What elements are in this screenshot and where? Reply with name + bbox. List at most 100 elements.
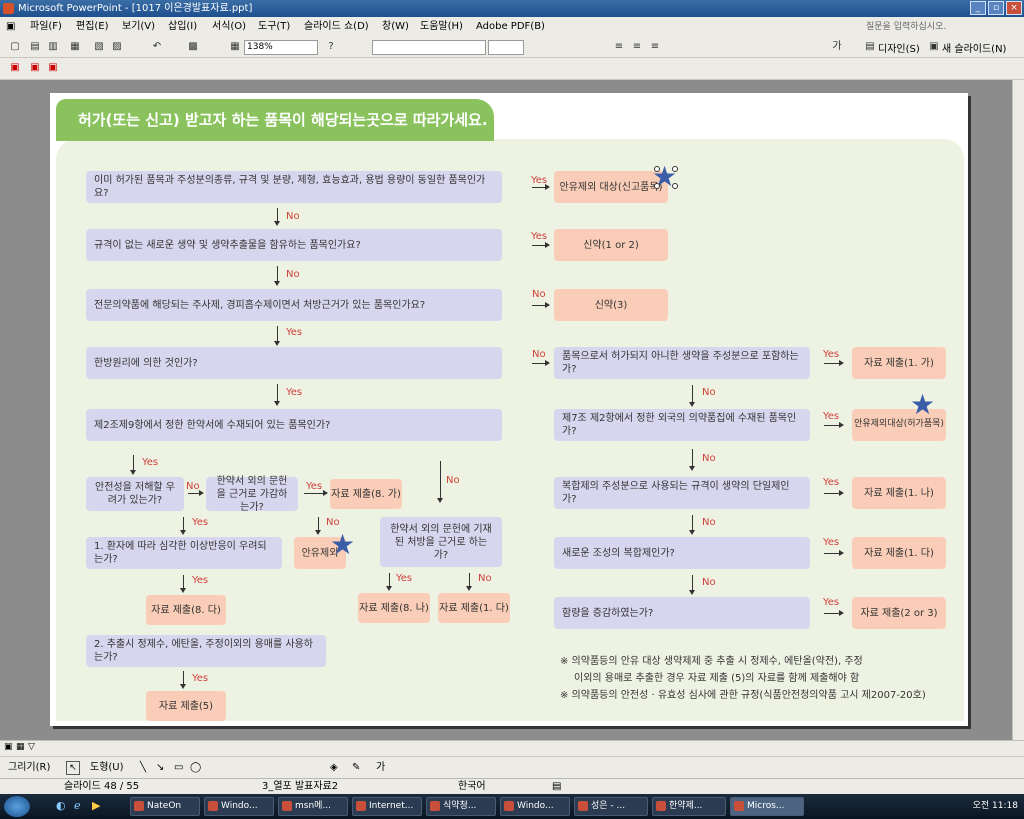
design-button[interactable]: 디자인(S)	[878, 40, 920, 55]
font-color-icon[interactable]: 가	[830, 40, 844, 54]
help-search-input[interactable]: 질문을 입력하십시오.	[866, 20, 996, 34]
menu-insert[interactable]: 삽입(I)	[168, 17, 197, 37]
font-select[interactable]	[372, 40, 486, 55]
slide-header: 허가(또는 신고) 받고자 하는 품목이 해당되는곳으로 따라가세요.	[56, 99, 494, 141]
taskbar-item[interactable]: Windo...	[500, 797, 570, 816]
taskbar: ◐ ℯ ▶ NateOn Windo... msn메... Internet..…	[0, 794, 1024, 819]
open-icon[interactable]: ▤	[28, 40, 42, 54]
chart-icon[interactable]: ▩	[186, 40, 200, 54]
help-icon[interactable]: ?	[324, 40, 338, 54]
sorter-view-icon[interactable]: ▦	[16, 742, 25, 752]
no-label: No	[532, 349, 546, 360]
pdf-email-icon[interactable]: ▣	[28, 61, 42, 75]
taskbar-item[interactable]: 성은 - ...	[574, 797, 648, 816]
answer-box: 자료 제출(1. 나)	[852, 477, 946, 509]
slide-canvas[interactable]: 허가(또는 신고) 받고자 하는 품목이 해당되는곳으로 따라가세요. 이미 허…	[50, 93, 968, 726]
answer-box: 자료 제출(1. 다)	[852, 537, 946, 569]
answer-box: 자료 제출(1. 다)	[438, 593, 510, 623]
menu-file[interactable]: 파일(F)	[30, 17, 62, 37]
media-quicklaunch-icon[interactable]: ▶	[92, 799, 100, 812]
oval-tool-icon[interactable]: ◯	[190, 757, 201, 779]
question-box: 안전성을 저해할 우려가 있는가?	[86, 477, 184, 511]
question-box: 새로운 조성의 복합제인가?	[554, 537, 810, 569]
grid-icon[interactable]: ▦	[228, 40, 242, 54]
quicklaunch-icon[interactable]: ◐	[56, 799, 66, 812]
doc-icon[interactable]: ▣	[6, 17, 18, 37]
taskbar-item[interactable]: Windo...	[204, 797, 274, 816]
menu-adobe-pdf[interactable]: Adobe PDF(B)	[476, 17, 545, 37]
clock[interactable]: 오전 11:18	[973, 801, 1018, 811]
answer-box: 자료 제출(5)	[146, 691, 226, 721]
yes-label: Yes	[192, 673, 209, 684]
horizontal-scrollbar[interactable]: ▣ ▦ ▽	[0, 740, 1024, 756]
draw-menu-button[interactable]: 그리기(R)	[8, 757, 50, 779]
menu-view[interactable]: 보기(V)	[122, 17, 155, 37]
paste-icon[interactable]: ▨	[110, 40, 124, 54]
taskbar-item[interactable]: Internet...	[352, 797, 422, 816]
rectangle-tool-icon[interactable]: ▭	[174, 757, 183, 779]
menu-slideshow[interactable]: 슬라이드 쇼(D)	[304, 17, 369, 37]
maximize-button[interactable]: ▫	[988, 1, 1004, 15]
selection-handle[interactable]	[654, 183, 660, 189]
align-center-icon[interactable]: ≡	[630, 40, 644, 54]
line-color-icon[interactable]: ✎	[352, 757, 360, 779]
yes-label: Yes	[531, 175, 548, 186]
new-slide-icon[interactable]: ▣	[928, 40, 940, 54]
pdf-review-icon[interactable]: ▣	[46, 61, 60, 75]
menu-tools[interactable]: 도구(T)	[258, 17, 290, 37]
font-size-select[interactable]	[488, 40, 524, 55]
select-cursor-icon[interactable]: ↖	[66, 761, 80, 775]
taskbar-item[interactable]: msn메...	[278, 797, 348, 816]
selection-handle[interactable]	[654, 166, 660, 172]
new-icon[interactable]: ▢	[8, 40, 22, 54]
connector-arrow	[304, 490, 328, 496]
taskbar-item[interactable]: NateOn	[130, 797, 200, 816]
star-shape[interactable]: ★	[330, 531, 355, 559]
no-label: No	[446, 475, 460, 486]
font-color-icon[interactable]: 가	[376, 757, 385, 779]
minimize-button[interactable]: _	[970, 1, 986, 15]
menu-format[interactable]: 서식(O)	[212, 17, 246, 37]
answer-box: 자료 제출(8. 나)	[358, 593, 430, 623]
no-label: No	[702, 517, 716, 528]
fill-color-icon[interactable]: ◈	[330, 757, 338, 779]
copy-icon[interactable]: ▧	[92, 40, 106, 54]
star-shape[interactable]: ★	[910, 391, 935, 419]
arrow-tool-icon[interactable]: ↘	[156, 757, 164, 779]
vertical-scrollbar[interactable]	[1012, 80, 1024, 740]
answer-box: 신약(1 or 2)	[554, 229, 668, 261]
taskbar-item[interactable]: 식약청...	[426, 797, 496, 816]
zoom-select[interactable]: 138%	[244, 40, 318, 55]
start-button[interactable]	[4, 796, 30, 817]
connector-arrow	[274, 326, 280, 346]
slideshow-view-icon[interactable]: ▽	[28, 742, 35, 752]
align-right-icon[interactable]: ≡	[648, 40, 662, 54]
close-button[interactable]: ×	[1006, 1, 1022, 15]
answer-box: 자료 제출(8. 다)	[146, 595, 226, 625]
status-bar: 슬라이드 48 / 55 3_열포 발표자료2 한국어 ▤	[0, 778, 1024, 794]
taskbar-item-active[interactable]: Micros...	[730, 797, 804, 816]
pdf-convert-icon[interactable]: ▣	[8, 61, 22, 75]
menu-edit[interactable]: 편집(E)	[76, 17, 109, 37]
selection-handle[interactable]	[672, 183, 678, 189]
ie-quicklaunch-icon[interactable]: ℯ	[74, 799, 81, 812]
taskbar-item[interactable]: 한약제...	[652, 797, 726, 816]
footnote-line: ※ 의약품등의 안전성 · 유효성 심사에 관한 규정(식품안전청의약품 고시 …	[560, 690, 926, 701]
normal-view-icon[interactable]: ▣	[4, 742, 13, 752]
selection-handle[interactable]	[672, 166, 678, 172]
yes-label: Yes	[286, 327, 303, 338]
new-slide-button[interactable]: 새 슬라이드(N)	[942, 40, 1006, 55]
window-title: Microsoft PowerPoint - [1017 이은경발표자료.ppt…	[18, 3, 253, 14]
answer-box: 안유제외 대상(신고품목)	[554, 171, 668, 203]
menu-help[interactable]: 도움말(H)	[420, 17, 463, 37]
connector-arrow	[532, 302, 550, 308]
undo-icon[interactable]: ↶	[150, 40, 164, 54]
autoshapes-button[interactable]: 도형(U)	[90, 757, 124, 779]
line-tool-icon[interactable]: ╲	[140, 757, 146, 779]
menu-window[interactable]: 창(W)	[382, 17, 409, 37]
yes-label: Yes	[823, 349, 840, 360]
design-icon[interactable]: ▤	[864, 40, 876, 54]
print-icon[interactable]: ▦	[68, 40, 82, 54]
align-left-icon[interactable]: ≡	[612, 40, 626, 54]
save-icon[interactable]: ▥	[46, 40, 60, 54]
